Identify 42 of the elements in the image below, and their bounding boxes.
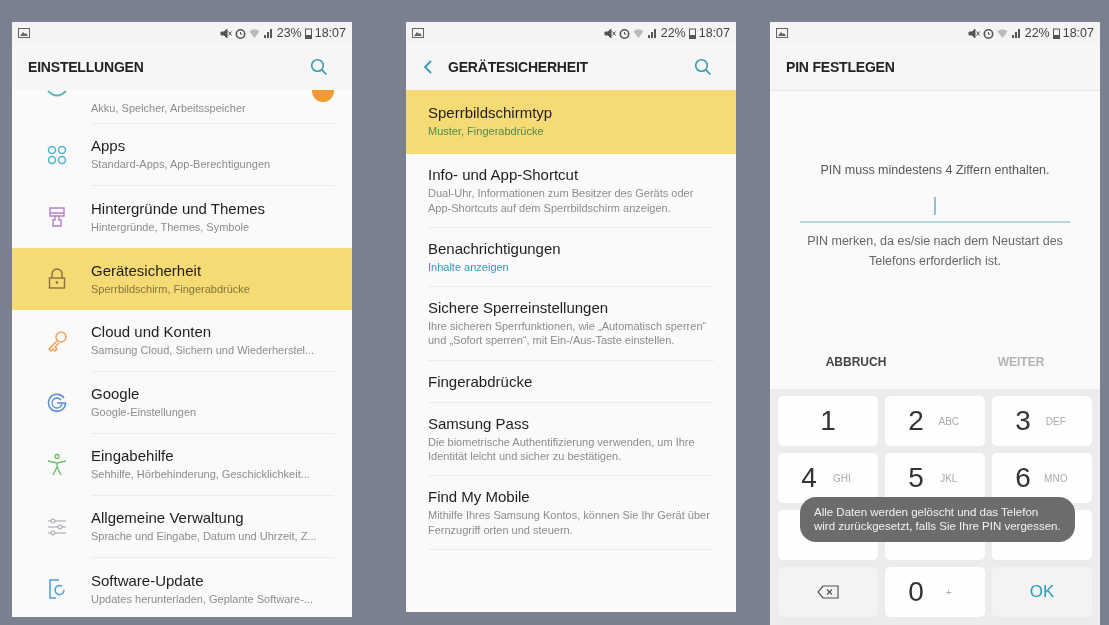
item-title: Find My Mobile — [428, 488, 531, 506]
item-subtitle: Ihre sicheren Sperrfunktionen, wie „Automatisch sperren“ und „Sofort sperren“, mit Ein-/Aus-Taste einstellen. — [428, 319, 708, 348]
screen-title: PIN FESTLEGEN — [786, 59, 895, 75]
item-title: Software-Update — [91, 571, 205, 589]
item-subtitle: Die biometrische Authentifizierung verwenden, um Ihre Identität leicht und sicher zu bestätigen. — [428, 434, 696, 464]
pin-requirement-text: PIN muss mindestens 4 Ziffern enthalten. — [820, 163, 1050, 177]
item-title: Benachrichtigungen — [428, 239, 562, 257]
item-subtitle: Akku, Speicher, Arbeitsspeicher — [91, 100, 247, 116]
item-subtitle: Dual-Uhr, Informationen zum Besitzer des Geräts oder App-Shortcuts auf dem Sperrbildschirm anzeigen. — [428, 186, 695, 215]
item-title: Apps — [91, 137, 127, 155]
item-subtitle: Hintergründe, Themes, Symbole — [91, 219, 251, 235]
item-title: Sichere Sperreinstellungen — [428, 299, 610, 317]
item-title: Eingabehilfe — [91, 447, 175, 465]
screen-title: GERÄTESICHERHEIT — [448, 59, 588, 75]
status-time: 18:07 — [698, 26, 730, 40]
item-subtitle: Mithilfe Ihres Samsung Kontos, können Sie Ihr Gerät über Fernzugriff orten und steuern. — [428, 508, 711, 537]
item-title: Samsung Pass — [428, 414, 530, 432]
battery-percentage: 22% — [660, 26, 686, 40]
item-subtitle: Sehhilfe, Hörbehinderung, Geschicklichkeit... — [91, 467, 311, 482]
item-subtitle: Muster, Fingerabdrücke — [428, 124, 545, 139]
item-subtitle: Samsung Cloud, Sichern und Wiederherstel... — [91, 343, 316, 358]
item-subtitle: Sperrbildschirm, Fingerabdrücke — [91, 281, 251, 297]
item-title: Cloud und Konten — [91, 323, 213, 341]
battery-percentage: 23% — [276, 26, 302, 40]
item-title: Hintergründe und Themes — [91, 199, 266, 217]
item-title: Sperrbildschirmtyp — [428, 104, 554, 121]
status-time: 18:07 — [1062, 26, 1094, 40]
warning-toast: Alle Daten werden gelöscht und das Telefon wird zurückgesetzt, falls Sie Ihre PIN vergessen. — [800, 497, 1075, 542]
screen-title: EINSTELLUNGEN — [28, 59, 144, 75]
item-title: Google — [91, 385, 141, 403]
item-subtitle: Standard-Apps, App-Berechtigungen — [91, 157, 272, 172]
item-title: Gerätesicherheit — [91, 261, 203, 279]
item-title: Fingerabdrücke — [428, 372, 534, 390]
item-subtitle: Google-Einstellungen — [91, 405, 198, 420]
item-title: Allgemeine Verwaltung — [91, 509, 245, 527]
item-subtitle: Inhalte anzeigen — [428, 259, 510, 275]
pin-hint-text: PIN merken, da es/sie nach dem Neustart des Telefons erforderlich ist. — [806, 233, 1064, 270]
item-subtitle: Sprache und Eingabe, Datum und Uhrzeit, Z... — [91, 529, 318, 544]
status-time: 18:07 — [314, 26, 346, 40]
item-title: Info- und App-Shortcut — [428, 166, 580, 184]
battery-percentage: 22% — [1024, 26, 1050, 40]
item-subtitle: Updates herunterladen, Geplante Software-... — [91, 591, 314, 607]
